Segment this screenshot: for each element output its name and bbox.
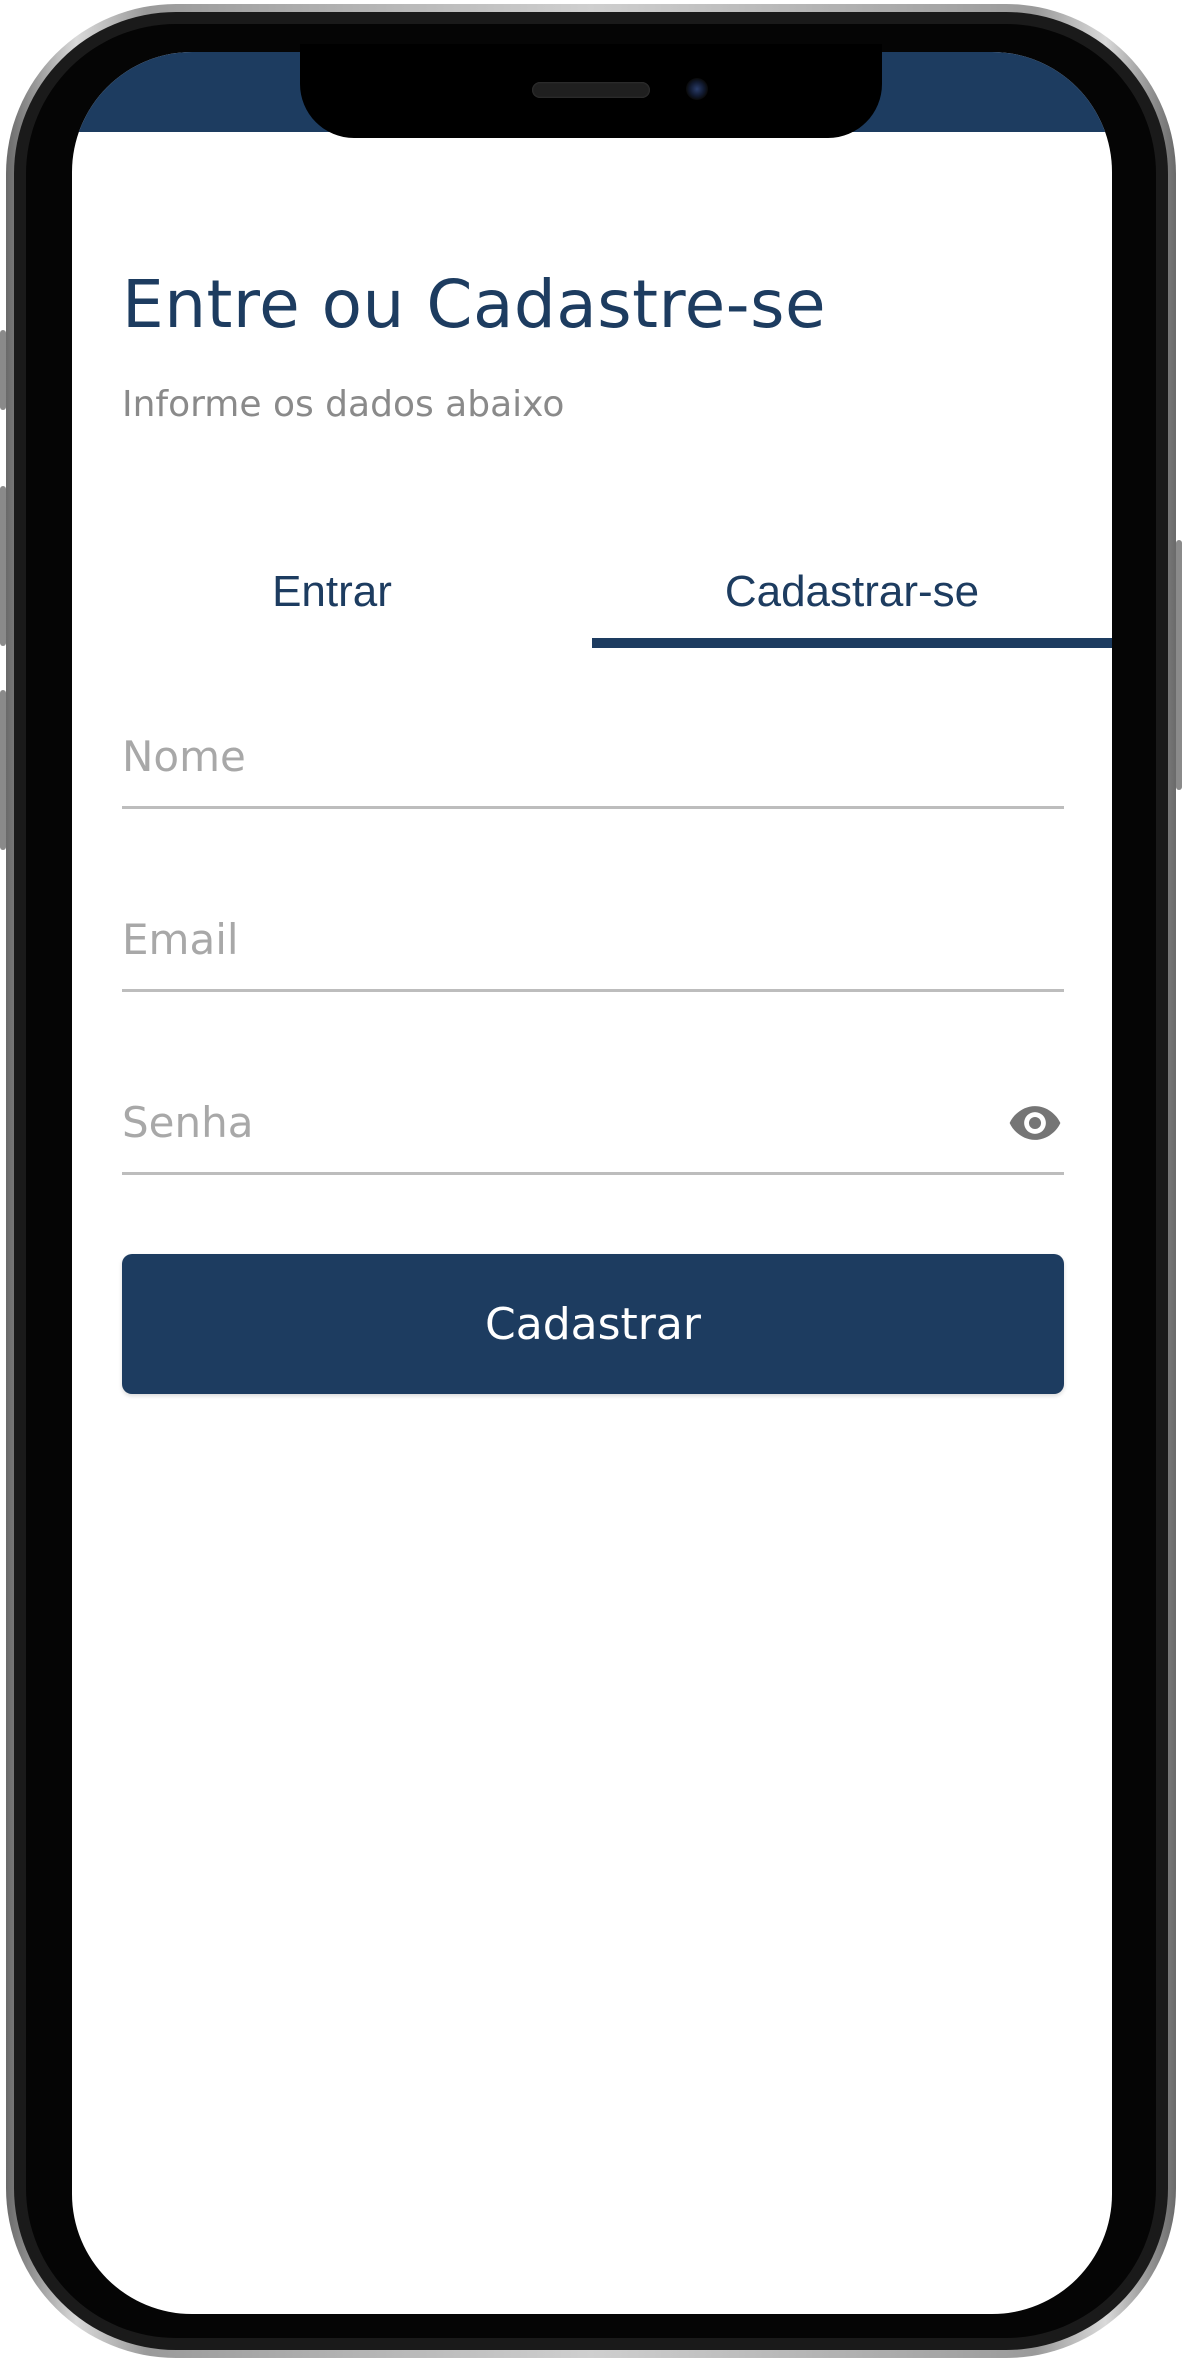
email-input[interactable] — [122, 899, 982, 979]
password-field — [122, 1082, 1064, 1175]
name-field — [122, 716, 1064, 809]
power-button — [1176, 540, 1182, 790]
cadastrar-button[interactable]: Cadastrar — [122, 1254, 1064, 1394]
speaker-grille — [532, 82, 650, 98]
email-field — [122, 899, 1064, 992]
name-input[interactable] — [122, 716, 982, 796]
tab-cadastrar-se[interactable]: Cadastrar-se — [592, 542, 1112, 642]
tab-entrar[interactable]: Entrar — [72, 542, 592, 642]
volume-up-button — [0, 486, 6, 646]
silent-switch — [0, 330, 6, 410]
eye-icon[interactable] — [1006, 1094, 1064, 1152]
front-camera — [686, 78, 708, 100]
page-subtitle: Informe os dados abaixo — [122, 384, 565, 425]
volume-down-button — [0, 690, 6, 850]
phone-device: Entre ou Cadastre-se Informe os dados ab… — [0, 0, 1182, 2364]
page-title: Entre ou Cadastre-se — [122, 266, 827, 343]
active-tab-indicator — [592, 638, 1112, 648]
auth-tabs: Entrar Cadastrar-se — [72, 542, 1112, 648]
password-input[interactable] — [122, 1082, 982, 1162]
